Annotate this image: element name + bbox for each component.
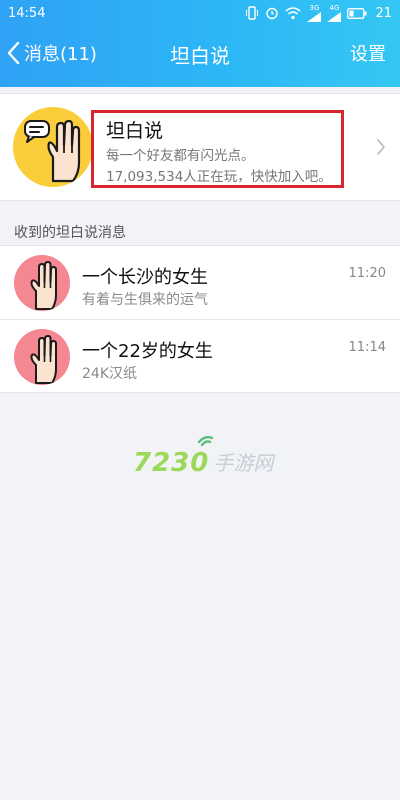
- message-subtitle: 24K汉纸: [82, 366, 137, 382]
- hand-icon: [30, 335, 57, 384]
- wifi-icon: [285, 7, 301, 20]
- message-time: 11:20: [348, 266, 386, 281]
- app-header: 14:54 3G 4G 21 消息(11) 坦白说 设置: [0, 0, 400, 87]
- chevron-right-icon: [377, 139, 385, 155]
- avatar: [14, 255, 70, 311]
- settings-button[interactable]: 设置: [350, 40, 386, 66]
- hand-icon: [30, 261, 57, 310]
- vibrate-icon: [246, 6, 259, 20]
- section-label: 收到的坦白说消息: [14, 225, 126, 241]
- signal-4g: 4G: [327, 3, 342, 22]
- avatar: [14, 329, 70, 385]
- watermark: 7230 手游网: [133, 435, 274, 478]
- list-item[interactable]: 一个22岁的女生 24K汉纸 11:14: [0, 319, 400, 392]
- status-time: 14:54: [8, 5, 46, 21]
- status-bar: 14:54 3G 4G 21: [0, 0, 400, 26]
- message-list: 一个长沙的女生 有着与生俱来的运气 11:20 一个22岁的女生 24K汉纸 1…: [0, 245, 400, 393]
- alarm-icon: [266, 7, 279, 20]
- page-title: 坦白说: [170, 44, 230, 68]
- signal-bars-icon: [307, 11, 322, 22]
- watermark-text: 手游网: [213, 451, 274, 475]
- message-title: 一个长沙的女生: [82, 267, 208, 288]
- message-subtitle: 有着与生俱来的运气: [82, 292, 208, 308]
- message-title: 一个22岁的女生: [82, 341, 213, 362]
- feature-card[interactable]: 坦白说 每一个好友都有闪光点。 17,093,534人正在玩，快快加入吧。: [0, 93, 400, 201]
- battery-icon: [347, 7, 367, 19]
- list-item[interactable]: 一个长沙的女生 有着与生俱来的运气 11:20: [0, 246, 400, 319]
- hand-speech-icon: [24, 119, 81, 183]
- signal-3g: 3G: [307, 3, 322, 22]
- status-icons: 3G 4G 21: [245, 3, 392, 22]
- battery-level: 21: [375, 5, 392, 21]
- tanbaishuo-logo: [13, 107, 93, 187]
- highlight-annotation: [91, 110, 344, 188]
- nav-bar: 消息(11) 坦白说 设置: [0, 26, 400, 82]
- watermark-number: 7230: [133, 448, 210, 478]
- wifi-signal-icon: [197, 435, 214, 446]
- message-time: 11:14: [348, 340, 386, 355]
- signal-3g-label: 3G: [309, 3, 320, 12]
- signal-bars-icon: [327, 11, 342, 22]
- signal-4g-label: 4G: [329, 3, 340, 12]
